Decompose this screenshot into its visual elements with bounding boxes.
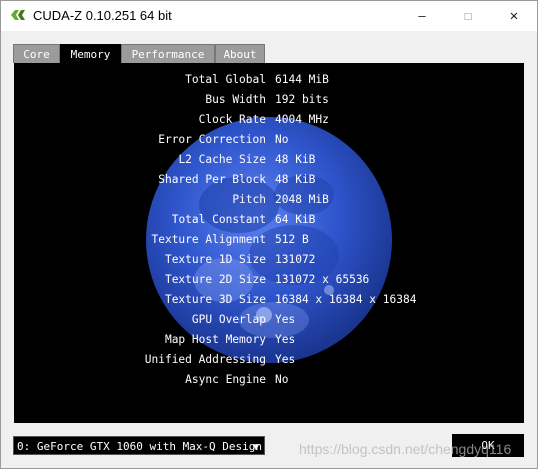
row-value: 512 B (275, 233, 309, 246)
row-total-constant: Total Constant 64 KiB (14, 211, 524, 231)
row-error-correction: Error Correction No (14, 131, 524, 151)
row-value: 48 KiB (275, 173, 316, 186)
maximize-button[interactable]: ☐ (445, 1, 491, 31)
row-value: 16384 x 16384 x 16384 (275, 293, 417, 306)
row-clock-rate: Clock Rate 4004 MHz (14, 111, 524, 131)
row-label: Texture Alignment (151, 233, 266, 246)
row-value: 2048 MiB (275, 193, 329, 206)
row-label: Total Global (185, 73, 266, 86)
title-bar[interactable]: CUDA-Z 0.10.251 64 bit — ☐ ✕ (1, 1, 537, 31)
row-value: 48 KiB (275, 153, 316, 166)
row-value: 6144 MiB (275, 73, 329, 86)
tab-core[interactable]: Core (13, 44, 60, 63)
window-title: CUDA-Z 0.10.251 64 bit (33, 8, 172, 23)
row-shared-per-block: Shared Per Block 48 KiB (14, 171, 524, 191)
row-label: Texture 1D Size (164, 253, 266, 266)
tab-performance[interactable]: Performance (121, 44, 215, 63)
row-value: 192 bits (275, 93, 329, 106)
row-label: Map Host Memory (164, 333, 266, 346)
minimize-button[interactable]: — (399, 1, 445, 31)
row-label: Shared Per Block (158, 173, 266, 186)
row-pitch: Pitch 2048 MiB (14, 191, 524, 211)
row-async-engine: Async Engine No (14, 371, 524, 391)
row-label: Clock Rate (198, 113, 266, 126)
row-value: No (275, 133, 289, 146)
row-texture-2d-size: Texture 2D Size 131072 x 65536 (14, 271, 524, 291)
device-select[interactable]: 0: GeForce GTX 1060 with Max-Q Design ▼ (13, 436, 265, 455)
row-label: GPU Overlap (191, 313, 266, 326)
row-label: Pitch (232, 193, 266, 206)
row-label: Texture 3D Size (164, 293, 266, 306)
row-value: 131072 x 65536 (275, 273, 370, 286)
row-texture-3d-size: Texture 3D Size 16384 x 16384 x 16384 (14, 291, 524, 311)
row-label: Async Engine (185, 373, 266, 386)
minimize-icon: — (418, 9, 426, 23)
close-button[interactable]: ✕ (491, 1, 537, 31)
chevron-down-icon: ▼ (252, 442, 259, 453)
row-map-host-memory: Map Host Memory Yes (14, 331, 524, 351)
row-value: Yes (275, 313, 296, 326)
row-l2-cache-size: L2 Cache Size 48 KiB (14, 151, 524, 171)
row-label: L2 Cache Size (178, 153, 266, 166)
app-window: CUDA-Z 0.10.251 64 bit — ☐ ✕ Core Memory… (0, 0, 538, 469)
row-total-global: Total Global 6144 MiB (14, 71, 524, 91)
device-selected-value: 0: GeForce GTX 1060 with Max-Q Design (17, 440, 263, 453)
row-unified-addressing: Unified Addressing Yes (14, 351, 524, 371)
row-texture-alignment: Texture Alignment 512 B (14, 231, 524, 251)
tab-memory[interactable]: Memory (60, 44, 121, 63)
row-label: Unified Addressing (144, 353, 266, 366)
row-value: 4004 MHz (275, 113, 329, 126)
row-value: Yes (275, 333, 296, 346)
row-value: 131072 (275, 253, 316, 266)
row-gpu-overlap: GPU Overlap Yes (14, 311, 524, 331)
close-icon: ✕ (509, 8, 519, 24)
row-label: Texture 2D Size (164, 273, 266, 286)
maximize-icon: ☐ (463, 8, 473, 24)
memory-panel: Total Global 6144 MiB Bus Width 192 bits C… (14, 63, 524, 423)
row-texture-1d-size: Texture 1D Size 131072 (14, 251, 524, 271)
row-label: Error Correction (158, 133, 266, 146)
row-value: Yes (275, 353, 296, 366)
tab-about[interactable]: About (215, 44, 265, 63)
cuda-z-logo-icon (11, 10, 25, 20)
row-label: Bus Width (205, 93, 266, 106)
watermark-text: https://blog.csdn.net/chengdyq116 (299, 441, 512, 457)
row-value: No (275, 373, 289, 386)
row-bus-width: Bus Width 192 bits (14, 91, 524, 111)
row-value: 64 KiB (275, 213, 316, 226)
row-label: Total Constant (171, 213, 266, 226)
